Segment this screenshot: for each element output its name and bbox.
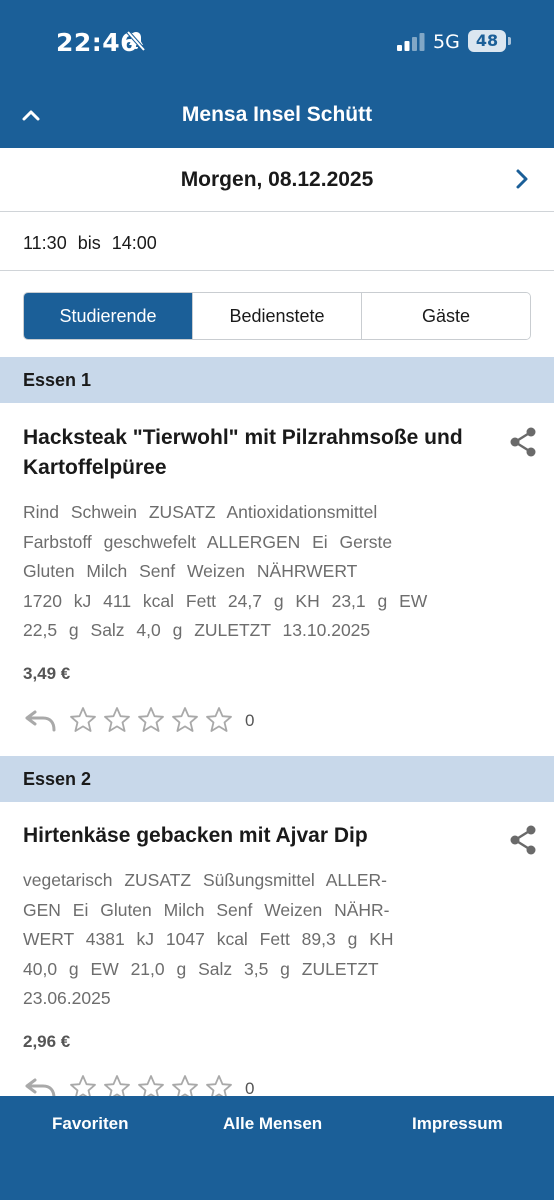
dish-detail-line: 23.06.2025: [23, 988, 111, 1008]
dish-price: 3,49 €: [23, 664, 71, 683]
dish-detail-line: 1720 kJ 411 kcal Fett 24,7 g KH 23,1 g E…: [23, 590, 428, 611]
rating-count: 0: [245, 711, 255, 730]
date-selector: Morgen, 08.12.2025: [0, 148, 554, 212]
star-icon[interactable]: [69, 706, 97, 734]
dish-detail-line: Gluten Milch Senf Weizen NÄHRWERT: [23, 561, 358, 581]
segment-gaeste[interactable]: Gäste: [362, 293, 530, 339]
rating-row: 0: [23, 706, 283, 736]
star-icon[interactable]: [171, 706, 199, 734]
battery-cap: [508, 37, 511, 45]
section-title: Essen 2: [23, 769, 92, 789]
signal-icon: [397, 33, 425, 51]
share-icon[interactable]: [508, 426, 538, 458]
dish-detail-line: Rind Schwein ZUSATZ Antioxidationsmittel: [23, 502, 378, 522]
tab-impressum[interactable]: Impressum: [412, 1114, 503, 1134]
dish-details: vegetarisch ZUSATZ Süßungsmittel ALLER- …: [23, 866, 463, 1014]
battery-icon: 48: [468, 30, 506, 52]
dish-detail-line: vegetarisch ZUSATZ Süßungsmittel ALLER-: [23, 870, 387, 890]
dish-detail-line: 22,5 g Salz 4,0 g ZULETZT 13.10.2025: [23, 620, 371, 640]
section-header: Essen 2: [0, 756, 554, 802]
undo-icon[interactable]: [23, 710, 57, 732]
star-icon[interactable]: [205, 706, 233, 734]
opening-hours: 11:30 bis 14:00: [0, 213, 554, 271]
bottom-tab-bar: Favoriten Alle Mensen Impressum: [0, 1096, 554, 1200]
segment-bedienstete[interactable]: Bedienstete: [193, 293, 362, 339]
network-type: 5G: [433, 31, 460, 53]
star-icon[interactable]: [103, 706, 131, 734]
date-label: Morgen, 08.12.2025: [180, 168, 374, 191]
star-icon[interactable]: [137, 706, 165, 734]
opening-hours-text: 11:30 bis 14:00: [23, 233, 157, 253]
status-bar: 22:46 5G 48: [0, 0, 554, 86]
section-header: Essen 1: [0, 357, 554, 403]
dish-details: Rind Schwein ZUSATZ Antioxidationsmittel…: [23, 498, 463, 646]
header-bar: Mensa Insel Schütt: [0, 86, 554, 148]
section-title: Essen 1: [23, 370, 92, 390]
price-group-segmented-control: Studierende Bedienstete Gäste: [23, 292, 531, 340]
tab-favoriten[interactable]: Favoriten: [52, 1114, 129, 1134]
share-icon[interactable]: [508, 824, 538, 856]
dish-detail-line: GEN Ei Gluten Milch Senf Weizen NÄHR-: [23, 899, 390, 920]
dish-title: Hirtenkäse gebacken mit Ajvar Dip: [23, 824, 368, 847]
segment-studierende[interactable]: Studierende: [24, 293, 193, 339]
dish-price: 2,96 €: [23, 1032, 71, 1051]
dish-detail-line: Farbstoff geschwefelt ALLERGEN Ei Gerste: [23, 531, 393, 552]
dish-title: Hacksteak "Tierwohl" mit Pilzrahmsoße un…: [23, 426, 463, 479]
dish-detail-line: 40,0 g EW 21,0 g Salz 3,5 g ZULETZT: [23, 958, 379, 979]
tab-alle-mensen[interactable]: Alle Mensen: [223, 1114, 322, 1134]
chevron-right-icon[interactable]: [510, 166, 534, 192]
page-title: Mensa Insel Schütt: [181, 103, 373, 126]
dish-detail-line: WERT 4381 kJ 1047 kcal Fett 89,3 g KH: [23, 929, 394, 949]
bell-slash-icon: [126, 30, 146, 52]
